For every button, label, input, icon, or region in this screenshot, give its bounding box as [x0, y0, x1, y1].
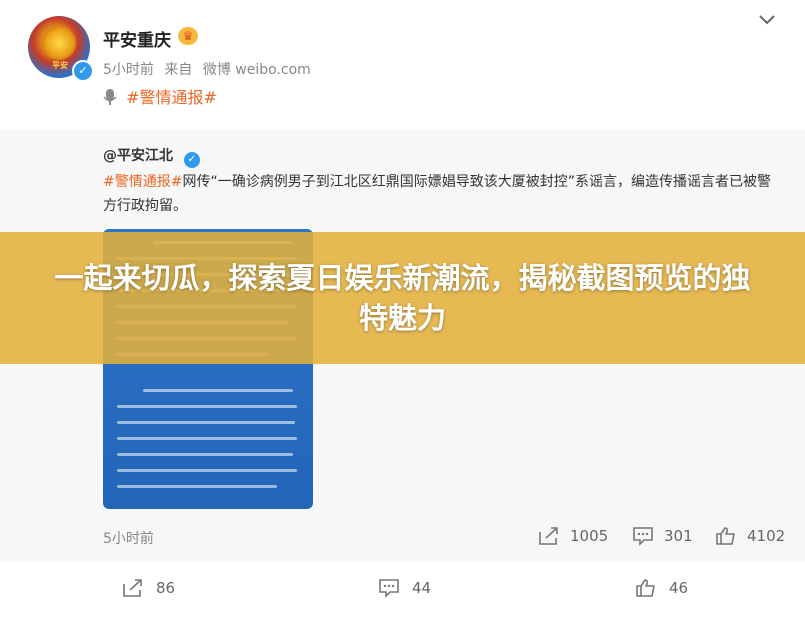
repost-button[interactable]: 86 — [122, 578, 175, 598]
notice-text-line — [117, 405, 297, 408]
police-emblem-icon — [42, 26, 76, 60]
comment-count: 44 — [412, 579, 432, 597]
repost-count: 86 — [156, 579, 176, 597]
post-source[interactable]: 微博 weibo.com — [203, 62, 311, 78]
notice-text-line — [117, 469, 297, 472]
repost-body-text: 网传“一确诊病例男子到江北区红鼎国际嫖娼导致该大厦被封控”系谣言，编造传播谣言者… — [103, 174, 771, 214]
comment-button[interactable]: 44 — [378, 578, 431, 598]
author-name[interactable]: 平安重庆 — [103, 26, 171, 51]
notice-text-line — [117, 453, 293, 456]
share-icon — [123, 579, 142, 597]
notice-text-line — [117, 421, 295, 424]
repost-share-label: 1005 — [570, 527, 609, 545]
notice-text-line — [117, 485, 277, 488]
repost-body: #警情通报#网传“一确诊病例男子到江北区红鼎国际嫖娼导致该大厦被封控”系谣言，编… — [103, 170, 773, 218]
repost-hashtag[interactable]: #警情通报# — [103, 174, 182, 190]
notice-text-line — [117, 437, 297, 440]
repost-comment-label: 301 — [664, 527, 693, 545]
post-meta: 5小时前 来自 微博 weibo.com — [103, 59, 317, 79]
like-count: 46 — [669, 579, 689, 597]
banner-title: 一起来切瓜，探索夏日娱乐新潮流，揭秘截图预览的独特魅力 — [54, 261, 751, 335]
repost-footer: 5小时前 1005 301 4102 — [0, 522, 805, 552]
post-card-header: 平安 ✓ 平安重庆 ♛ 5小时前 来自 微博 weibo.com #警情通报# — [0, 0, 805, 130]
repost-verified-icon: ✓ — [183, 152, 200, 168]
like-button[interactable]: 46 — [635, 578, 688, 598]
microphone-icon — [103, 89, 117, 105]
comment-icon — [379, 579, 399, 598]
repost-author-name[interactable]: @平安江北 — [103, 148, 173, 164]
like-icon — [716, 527, 735, 545]
share-icon — [539, 527, 558, 545]
repost-like-label: 4102 — [747, 527, 786, 545]
vip-crown-icon[interactable]: ♛ — [178, 27, 198, 45]
source-prefix: 来自 — [164, 62, 193, 78]
chevron-down-icon[interactable] — [757, 10, 777, 30]
overlay-banner: 一起来切瓜，探索夏日娱乐新潮流，揭秘截图预览的独特魅力 — [0, 232, 805, 364]
post-text: #警情通报# — [103, 84, 217, 108]
repost-share-count[interactable]: 1005 — [538, 526, 608, 546]
repost-like-count[interactable]: 4102 — [715, 526, 785, 546]
notice-text-line — [143, 389, 293, 392]
verified-badge-icon: ✓ — [72, 60, 94, 82]
comment-icon — [633, 527, 653, 546]
post-time[interactable]: 5小时前 — [103, 62, 154, 78]
post-action-bar: 86 44 46 — [0, 562, 805, 623]
like-icon — [636, 579, 655, 597]
repost-time[interactable]: 5小时前 — [103, 528, 154, 548]
repost-author[interactable]: @平安江北 ✓ — [103, 145, 200, 168]
post-hashtag[interactable]: #警情通报# — [126, 88, 217, 107]
repost-comment-count[interactable]: 301 — [632, 526, 693, 546]
